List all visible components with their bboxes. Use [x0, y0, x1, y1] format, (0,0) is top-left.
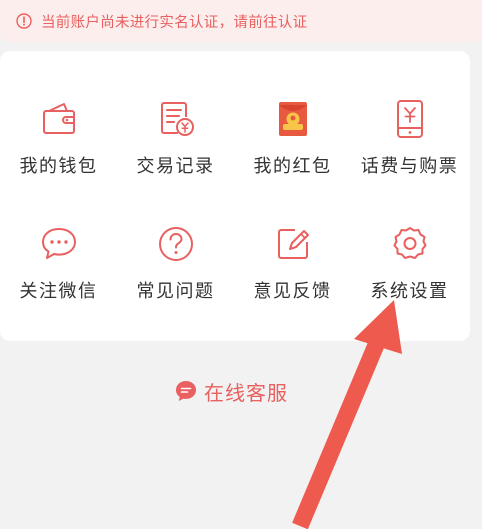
feedback-edit-icon [271, 222, 315, 266]
message-icon [174, 379, 198, 403]
chat-bubble-icon [37, 222, 81, 266]
menu-item-feedback[interactable]: 意见反馈 [234, 222, 351, 352]
phone-bill-icon [388, 97, 432, 141]
menu-item-label: 我的钱包 [19, 156, 98, 177]
red-envelope-icon [271, 97, 315, 141]
menu-item-label: 话费与购票 [360, 156, 459, 177]
menu-item-settings[interactable]: 系统设置 [351, 222, 468, 352]
verification-banner[interactable]: 当前账户尚未进行实名认证，请前往认证 [0, 0, 482, 42]
menu-item-faq[interactable]: 常见问题 [117, 222, 234, 352]
question-icon [154, 222, 198, 266]
menu-grid: 我的钱包 交易记录 我的红包 话费与购票 关注微信 常见问题 意见反馈 系统设置 [0, 51, 470, 341]
menu-item-label: 常见问题 [136, 281, 215, 302]
verification-banner-text: 当前账户尚未进行实名认证，请前往认证 [41, 14, 308, 31]
menu-item-label: 交易记录 [136, 156, 215, 177]
menu-item-label: 我的红包 [253, 156, 332, 177]
online-service-button[interactable]: 在线客服 [174, 376, 288, 406]
gear-icon [388, 222, 432, 266]
menu-item-phone-ticket[interactable]: 话费与购票 [351, 97, 468, 227]
menu-item-wechat[interactable]: 关注微信 [0, 222, 117, 352]
menu-item-label: 关注微信 [19, 281, 98, 302]
online-service-label: 在线客服 [204, 380, 288, 405]
wallet-icon [37, 97, 81, 141]
transaction-record-icon [154, 97, 198, 141]
menu-card: 我的钱包 交易记录 我的红包 话费与购票 关注微信 常见问题 意见反馈 系统设置 [0, 51, 470, 341]
menu-item-label: 系统设置 [370, 281, 449, 302]
menu-item-transactions[interactable]: 交易记录 [117, 97, 234, 227]
menu-item-wallet[interactable]: 我的钱包 [0, 97, 117, 227]
menu-item-label: 意见反馈 [253, 281, 332, 302]
menu-item-red-envelope[interactable]: 我的红包 [234, 97, 351, 227]
alert-circle-icon [16, 13, 32, 29]
